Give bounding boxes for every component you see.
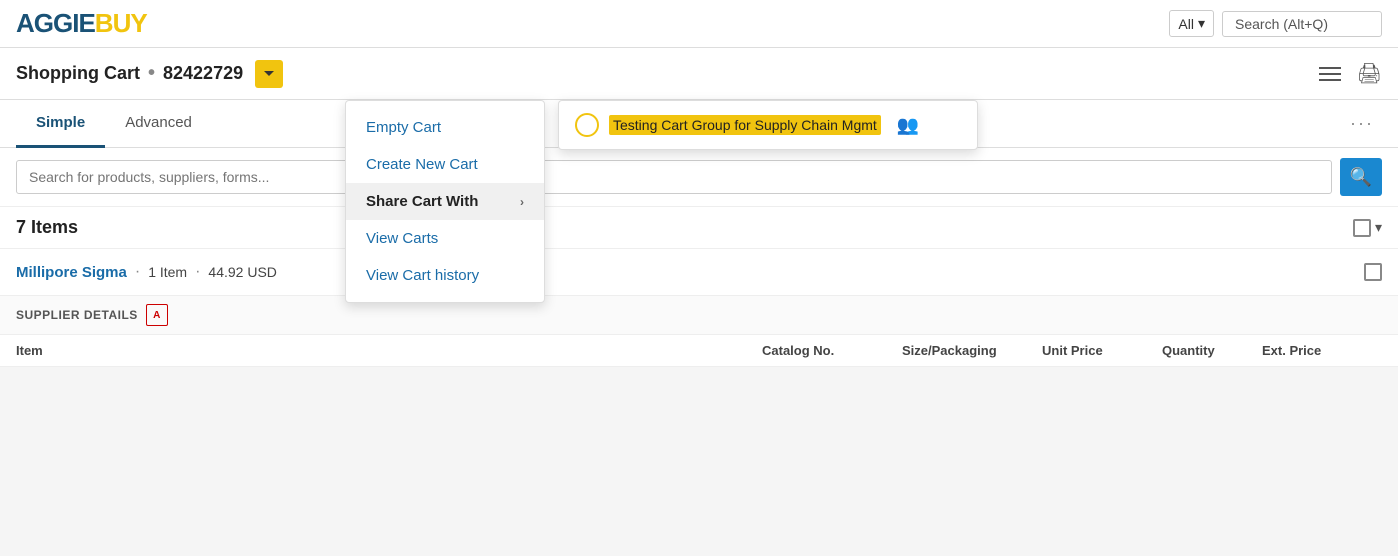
share-cart-flyout: Testing Cart Group for Supply Chain Mgmt… [558, 100, 978, 150]
cart-dropdown-menu: Empty Cart Create New Cart Share Cart Wi… [345, 100, 545, 303]
logo-aggie: AGGIE [16, 8, 95, 39]
search-bar: 🔍 [0, 148, 1398, 207]
supplier-details-row: SUPPLIER DETAILS A [0, 296, 1398, 335]
tab-advanced[interactable]: Advanced [105, 100, 212, 148]
col-ext-price: Ext. Price [1262, 343, 1382, 358]
search-category-dropdown[interactable]: All ▾ [1169, 10, 1214, 37]
printer-icon[interactable]: 🖨 [1357, 61, 1382, 86]
cart-title-text: Shopping Cart [16, 63, 140, 84]
supplier-details-label: SUPPLIER DETAILS [16, 308, 138, 322]
menu-item-view-carts[interactable]: View Carts [346, 220, 544, 257]
tab-simple[interactable]: Simple [16, 100, 105, 148]
product-search-input[interactable] [16, 160, 1332, 194]
tabs-more-button[interactable]: ··· [1342, 109, 1382, 138]
menu-item-view-cart-history[interactable]: View Cart history [346, 257, 544, 294]
search-icon: 🔍 [1350, 167, 1372, 188]
header-search-area: All ▾ Search (Alt+Q) [1169, 10, 1382, 37]
chevron-right-icon: › [520, 195, 524, 209]
supplier-separator-dot: · [135, 263, 140, 281]
supplier-separator-dot-2: · [195, 263, 200, 281]
chevron-down-icon: ▾ [1198, 15, 1205, 32]
logo: AGGIEBUY [16, 8, 147, 39]
items-dropdown-arrow[interactable]: ▾ [1375, 219, 1382, 236]
cart-dropdown-button[interactable] [255, 60, 283, 88]
hamburger-line [1319, 79, 1341, 81]
items-count: 7 Items [16, 217, 1353, 238]
menu-item-empty-cart[interactable]: Empty Cart [346, 109, 544, 146]
menu-item-share-cart-with[interactable]: Share Cart With › [346, 183, 544, 220]
select-all-checkbox[interactable] [1353, 219, 1371, 237]
supplier-logo-icon: A [146, 304, 168, 326]
cart-bar: Shopping Cart • 82422729 🖨 Empty Cart Cr… [0, 48, 1398, 100]
menu-item-empty-cart-label: Empty Cart [366, 119, 441, 136]
items-bar: 7 Items ▾ [0, 207, 1398, 249]
cart-title: Shopping Cart • 82422729 [16, 60, 283, 88]
hamburger-menu-icon[interactable] [1319, 67, 1341, 81]
supplier-price: 44.92 USD [208, 264, 276, 280]
header: AGGIEBUY All ▾ Search (Alt+Q) [0, 0, 1398, 48]
hamburger-line [1319, 73, 1341, 75]
supplier-item-count: 1 Item [148, 264, 187, 280]
col-item: Item [16, 343, 762, 358]
col-size-packaging: Size/Packaging [902, 343, 1042, 358]
col-unit-price: Unit Price [1042, 343, 1162, 358]
hamburger-line [1319, 67, 1341, 69]
menu-item-create-new-cart[interactable]: Create New Cart [346, 146, 544, 183]
table-header: Item Catalog No. Size/Packaging Unit Pri… [0, 335, 1398, 367]
header-search-box[interactable]: Search (Alt+Q) [1222, 11, 1382, 37]
menu-item-view-cart-history-label: View Cart history [366, 267, 479, 284]
menu-item-create-new-cart-label: Create New Cart [366, 156, 478, 173]
col-catalog-no: Catalog No. [762, 343, 902, 358]
cart-number: 82422729 [163, 63, 243, 84]
menu-item-share-cart-with-label: Share Cart With [366, 193, 478, 210]
cart-dot: • [148, 62, 155, 85]
group-users-icon: 👥 [897, 115, 919, 136]
search-button[interactable]: 🔍 [1340, 158, 1382, 196]
cart-group-name[interactable]: Testing Cart Group for Supply Chain Mgmt [609, 115, 881, 135]
cart-bar-right: 🖨 [1319, 61, 1382, 86]
supplier-row: Millipore Sigma · 1 Item · 44.92 USD [0, 249, 1398, 296]
share-cart-circle-icon [575, 113, 599, 137]
menu-item-view-carts-label: View Carts [366, 230, 438, 247]
supplier-name[interactable]: Millipore Sigma [16, 264, 127, 281]
col-quantity: Quantity [1162, 343, 1262, 358]
logo-buy: BUY [95, 8, 147, 39]
supplier-checkbox[interactable] [1364, 263, 1382, 281]
